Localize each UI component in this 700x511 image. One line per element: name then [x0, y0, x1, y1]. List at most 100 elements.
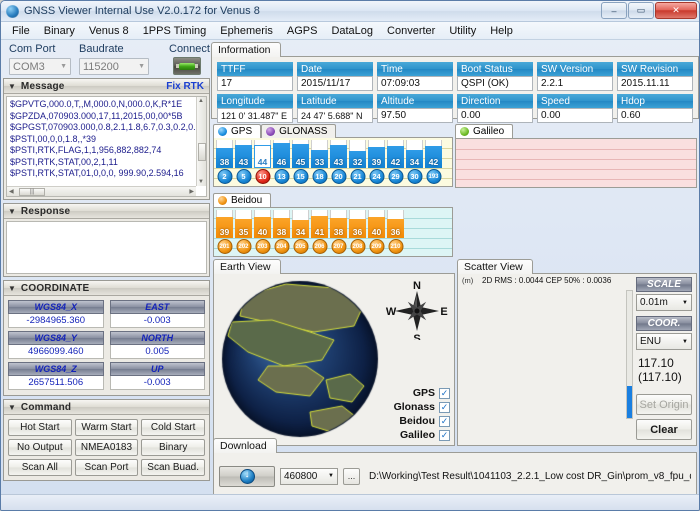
close-button[interactable]: ✕: [655, 2, 697, 19]
set-origin-button[interactable]: Set Origin: [636, 394, 692, 415]
response-group-title: Response: [21, 206, 70, 217]
satellite-prn-badge[interactable]: 20: [331, 169, 346, 184]
satellite-prn-badge[interactable]: 5: [236, 169, 251, 184]
clear-button[interactable]: Clear: [636, 419, 692, 440]
download-path[interactable]: D:\Working\Test Result\1041103_2.2.1_Low…: [365, 467, 691, 486]
coordinate-label: WGS84_Z: [8, 362, 104, 376]
binary-button[interactable]: Binary: [141, 439, 205, 456]
glonass-checkbox[interactable]: ✓: [439, 402, 450, 413]
legend-item-gps[interactable]: GPS ✓: [372, 386, 450, 400]
tab-gps[interactable]: GPS: [213, 124, 261, 138]
menu-item-converter[interactable]: Converter: [380, 23, 442, 39]
gps-checkbox[interactable]: ✓: [439, 388, 450, 399]
no-output-button[interactable]: No Output: [8, 439, 72, 456]
satellite-prn-badge[interactable]: 18: [312, 169, 327, 184]
slider-thumb[interactable]: [627, 386, 632, 418]
tab-download[interactable]: Download: [213, 438, 277, 453]
scrollbar-thumb[interactable]: [198, 143, 206, 161]
satellite-prn-badge[interactable]: 201: [217, 239, 232, 254]
satellite-prn-badge[interactable]: 24: [369, 169, 384, 184]
scatter-plot-canvas[interactable]: [458, 285, 630, 435]
satellite-prn-badge[interactable]: 205: [293, 239, 308, 254]
satellite-prn-badge[interactable]: 206: [312, 239, 327, 254]
collapse-triangle-icon[interactable]: ▼: [8, 207, 16, 216]
warm-start-button[interactable]: Warm Start: [75, 419, 139, 436]
message-log[interactable]: $GPVTG,000.0,T,,M,000.0,N,000.0,K,R*1E $…: [6, 96, 207, 197]
menu-item-ephemeris[interactable]: Ephemeris: [213, 23, 280, 39]
scale-button[interactable]: SCALE: [636, 277, 692, 292]
menu-item-utility[interactable]: Utility: [442, 23, 483, 39]
satellite-prn-badge[interactable]: 203: [255, 239, 270, 254]
download-button[interactable]: [219, 466, 275, 487]
tab-beidou[interactable]: Beidou: [213, 193, 271, 207]
scroll-right-icon[interactable]: ▶: [189, 188, 194, 195]
satellite-prn-badge[interactable]: 210: [388, 239, 403, 254]
menu-item-file[interactable]: File: [5, 23, 37, 39]
tab-scatter-view[interactable]: Scatter View: [457, 259, 533, 274]
baudrate-select[interactable]: 115200 ▼: [79, 58, 149, 75]
info-field-date: Date 2015/11/17: [297, 62, 373, 91]
satellite-prn-badge[interactable]: 10: [255, 169, 270, 184]
satellite-prn-badge[interactable]: 29: [388, 169, 403, 184]
satellite-prn-badge[interactable]: 15: [293, 169, 308, 184]
command-group-header[interactable]: ▼ Command: [4, 400, 209, 415]
menu-item-datalog[interactable]: DataLog: [324, 23, 380, 39]
collapse-triangle-icon[interactable]: ▼: [8, 284, 16, 293]
collapse-triangle-icon[interactable]: ▼: [8, 82, 16, 91]
legend-item-glonass[interactable]: Glonass ✓: [372, 400, 450, 414]
earth-view-legend: GPS ✓ Glonass ✓ Beidou ✓ Galileo: [372, 386, 450, 442]
tab-glonass[interactable]: GLONASS: [261, 124, 336, 138]
scroll-left-icon[interactable]: ◀: [9, 188, 14, 195]
cold-start-button[interactable]: Cold Start: [141, 419, 205, 436]
scrollbar-thumb[interactable]: |||: [19, 188, 45, 196]
com-port-select[interactable]: COM3 ▼: [9, 58, 71, 75]
satellite-prn-badge[interactable]: 2: [217, 169, 232, 184]
scan-all-button[interactable]: Scan All: [8, 459, 72, 476]
legend-label: Glonass: [394, 401, 435, 413]
coordinate-group-header[interactable]: ▼ COORDINATE: [4, 281, 209, 296]
satellite-prn-badge[interactable]: 13: [274, 169, 289, 184]
message-vertical-scrollbar[interactable]: ▲ ▼: [196, 97, 206, 186]
menu-item-binary[interactable]: Binary: [37, 23, 82, 39]
satellite-prn-badge[interactable]: 21: [350, 169, 365, 184]
menu-item-venus8[interactable]: Venus 8: [82, 23, 136, 39]
satellite-prn-badge[interactable]: 207: [331, 239, 346, 254]
coor-select[interactable]: ENU ▼: [636, 333, 692, 350]
collapse-triangle-icon[interactable]: ▼: [8, 403, 16, 412]
scan-port-button[interactable]: Scan Port: [75, 459, 139, 476]
message-horizontal-scrollbar[interactable]: ◀ ||| ▶: [7, 186, 196, 196]
browse-file-button[interactable]: ...: [343, 468, 360, 485]
scatter-scale-slider[interactable]: [626, 290, 633, 419]
scale-select[interactable]: 0.01m ▼: [636, 294, 692, 311]
connect-button[interactable]: [173, 57, 201, 75]
satellite-prn-badge[interactable]: 193: [426, 169, 441, 184]
scroll-down-icon[interactable]: ▼: [198, 179, 204, 185]
hot-start-button[interactable]: Hot Start: [8, 419, 72, 436]
beidou-checkbox[interactable]: ✓: [439, 416, 450, 427]
satellite-prn-badge[interactable]: 30: [407, 169, 422, 184]
earth-view-body[interactable]: N S W E GPS ✓ Glonass: [213, 273, 455, 446]
scroll-up-icon[interactable]: ▲: [198, 98, 204, 104]
menu-item-1pps-timing[interactable]: 1PPS Timing: [136, 23, 214, 39]
menu-item-agps[interactable]: AGPS: [280, 23, 325, 39]
minimize-button[interactable]: –: [601, 2, 627, 19]
command-group: ▼ Command Hot Start Warm Start Cold Star…: [3, 399, 210, 481]
response-group-header[interactable]: ▼ Response: [4, 204, 209, 219]
satellite-prn-badge[interactable]: 208: [350, 239, 365, 254]
coor-button[interactable]: COOR.: [636, 316, 692, 331]
tab-galileo[interactable]: Galileo: [455, 124, 513, 138]
download-baudrate-select[interactable]: 460800 ▼: [280, 468, 338, 485]
satellite-prn-badge[interactable]: 202: [236, 239, 251, 254]
satellite-prn-badge[interactable]: 209: [369, 239, 384, 254]
maximize-button[interactable]: ▭: [628, 2, 654, 19]
tab-information[interactable]: Information: [211, 42, 281, 57]
nmea0183-button[interactable]: NMEA0183: [75, 439, 139, 456]
tab-earth-view[interactable]: Earth View: [213, 259, 281, 274]
legend-item-beidou[interactable]: Beidou ✓: [372, 414, 450, 428]
menu-item-help[interactable]: Help: [483, 23, 520, 39]
response-log[interactable]: [6, 221, 207, 274]
scan-baud-button[interactable]: Scan Buad.: [141, 459, 205, 476]
satellite-prn-badge[interactable]: 204: [274, 239, 289, 254]
message-group-header[interactable]: ▼ Message Fix RTK: [4, 79, 209, 94]
tab-beidou-label: Beidou: [231, 195, 262, 206]
